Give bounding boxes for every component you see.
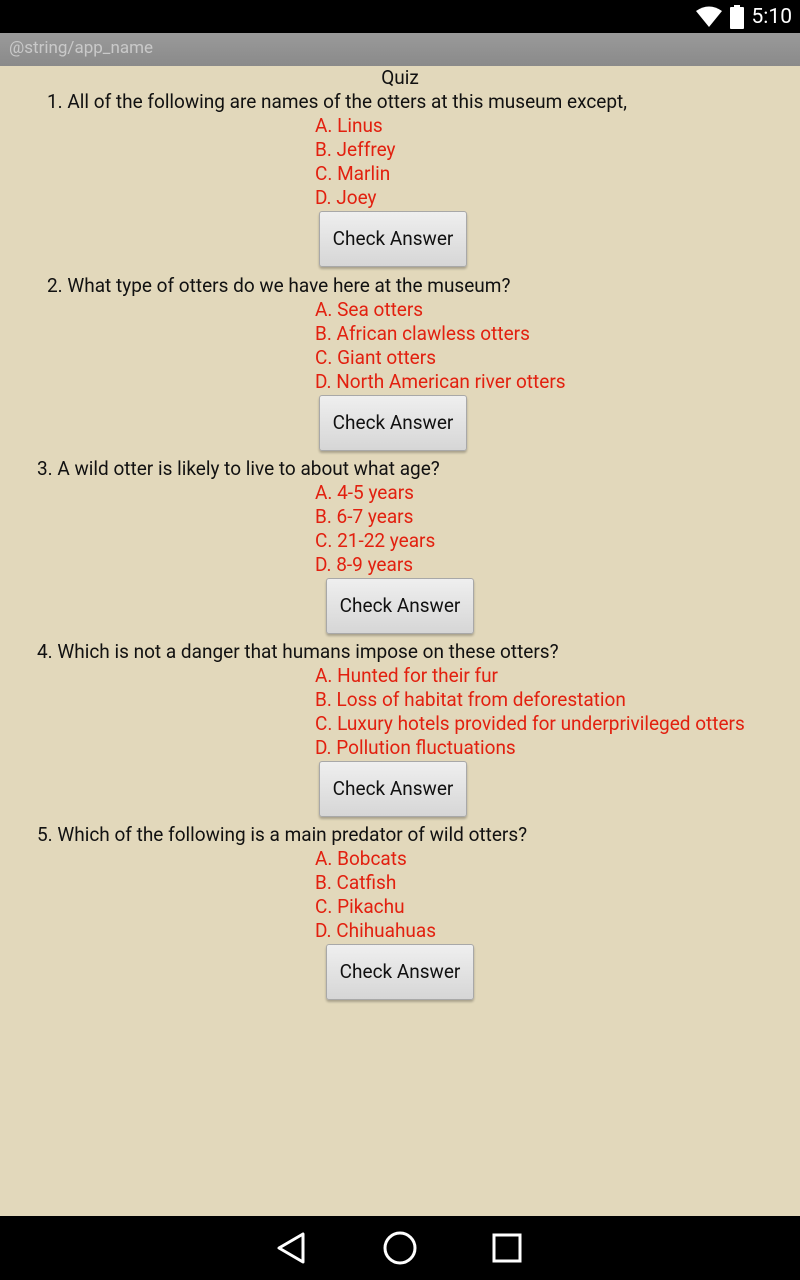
- wifi-icon: [695, 6, 722, 27]
- question-4-option-b: B. Loss of habitat from deforestation: [315, 688, 626, 711]
- question-2-text: 2. What type of otters do we have here a…: [47, 274, 511, 297]
- question-3-option-c: C. 21-22 years: [315, 529, 436, 552]
- question-4-option-c: C. Luxury hotels provided for underprivi…: [315, 712, 745, 735]
- question-4-text: 4. Which is not a danger that humans imp…: [37, 640, 559, 663]
- question-3-text: 3. A wild otter is likely to live to abo…: [37, 457, 440, 480]
- question-2-option-d: D. North American river otters: [315, 370, 566, 393]
- question-1-option-c: C. Marlin: [315, 162, 391, 185]
- question-3-option-a: A. 4-5 years: [315, 481, 414, 504]
- app-bar: @string/app_name: [0, 33, 800, 66]
- home-icon[interactable]: [380, 1228, 420, 1268]
- question-1-option-a: A. Linus: [315, 114, 383, 137]
- back-icon[interactable]: [272, 1228, 312, 1268]
- question-5-option-c: C. Pikachu: [315, 895, 405, 918]
- battery-icon: [729, 5, 744, 29]
- question-5-option-d: D. Chihuahuas: [315, 919, 437, 942]
- question-2-check-answer-button[interactable]: Check Answer: [319, 395, 467, 451]
- question-2-option-b: B. African clawless otters: [315, 322, 530, 345]
- status-bar: 5:10: [0, 0, 800, 33]
- question-3-option-b: B. 6-7 years: [315, 505, 414, 528]
- question-1-option-b: B. Jeffrey: [315, 138, 396, 161]
- quiz-title: Quiz: [381, 66, 419, 89]
- recents-icon[interactable]: [487, 1228, 527, 1268]
- question-4-option-a: A. Hunted for their fur: [315, 664, 498, 687]
- question-3-check-answer-button[interactable]: Check Answer: [326, 578, 474, 634]
- question-1-option-d: D. Joey: [315, 186, 377, 209]
- navigation-bar: [0, 1216, 800, 1280]
- question-1-check-answer-button[interactable]: Check Answer: [319, 211, 467, 267]
- question-2-option-a: A. Sea otters: [315, 298, 424, 321]
- question-5-check-answer-button[interactable]: Check Answer: [326, 944, 474, 1000]
- question-5-option-a: A. Bobcats: [315, 847, 407, 870]
- question-4-check-answer-button[interactable]: Check Answer: [319, 761, 467, 817]
- question-5-text: 5. Which of the following is a main pred…: [37, 823, 528, 846]
- question-3-option-d: D. 8-9 years: [315, 553, 414, 576]
- question-1-text: 1. All of the following are names of the…: [47, 90, 627, 113]
- status-icons: 5:10: [695, 4, 793, 30]
- app-title: @string/app_name: [9, 38, 154, 58]
- status-time: 5:10: [751, 5, 793, 29]
- question-4-option-d: D. Pollution fluctuations: [315, 736, 516, 759]
- question-2-option-c: C. Giant otters: [315, 346, 436, 369]
- question-5-option-b: B. Catfish: [315, 871, 397, 894]
